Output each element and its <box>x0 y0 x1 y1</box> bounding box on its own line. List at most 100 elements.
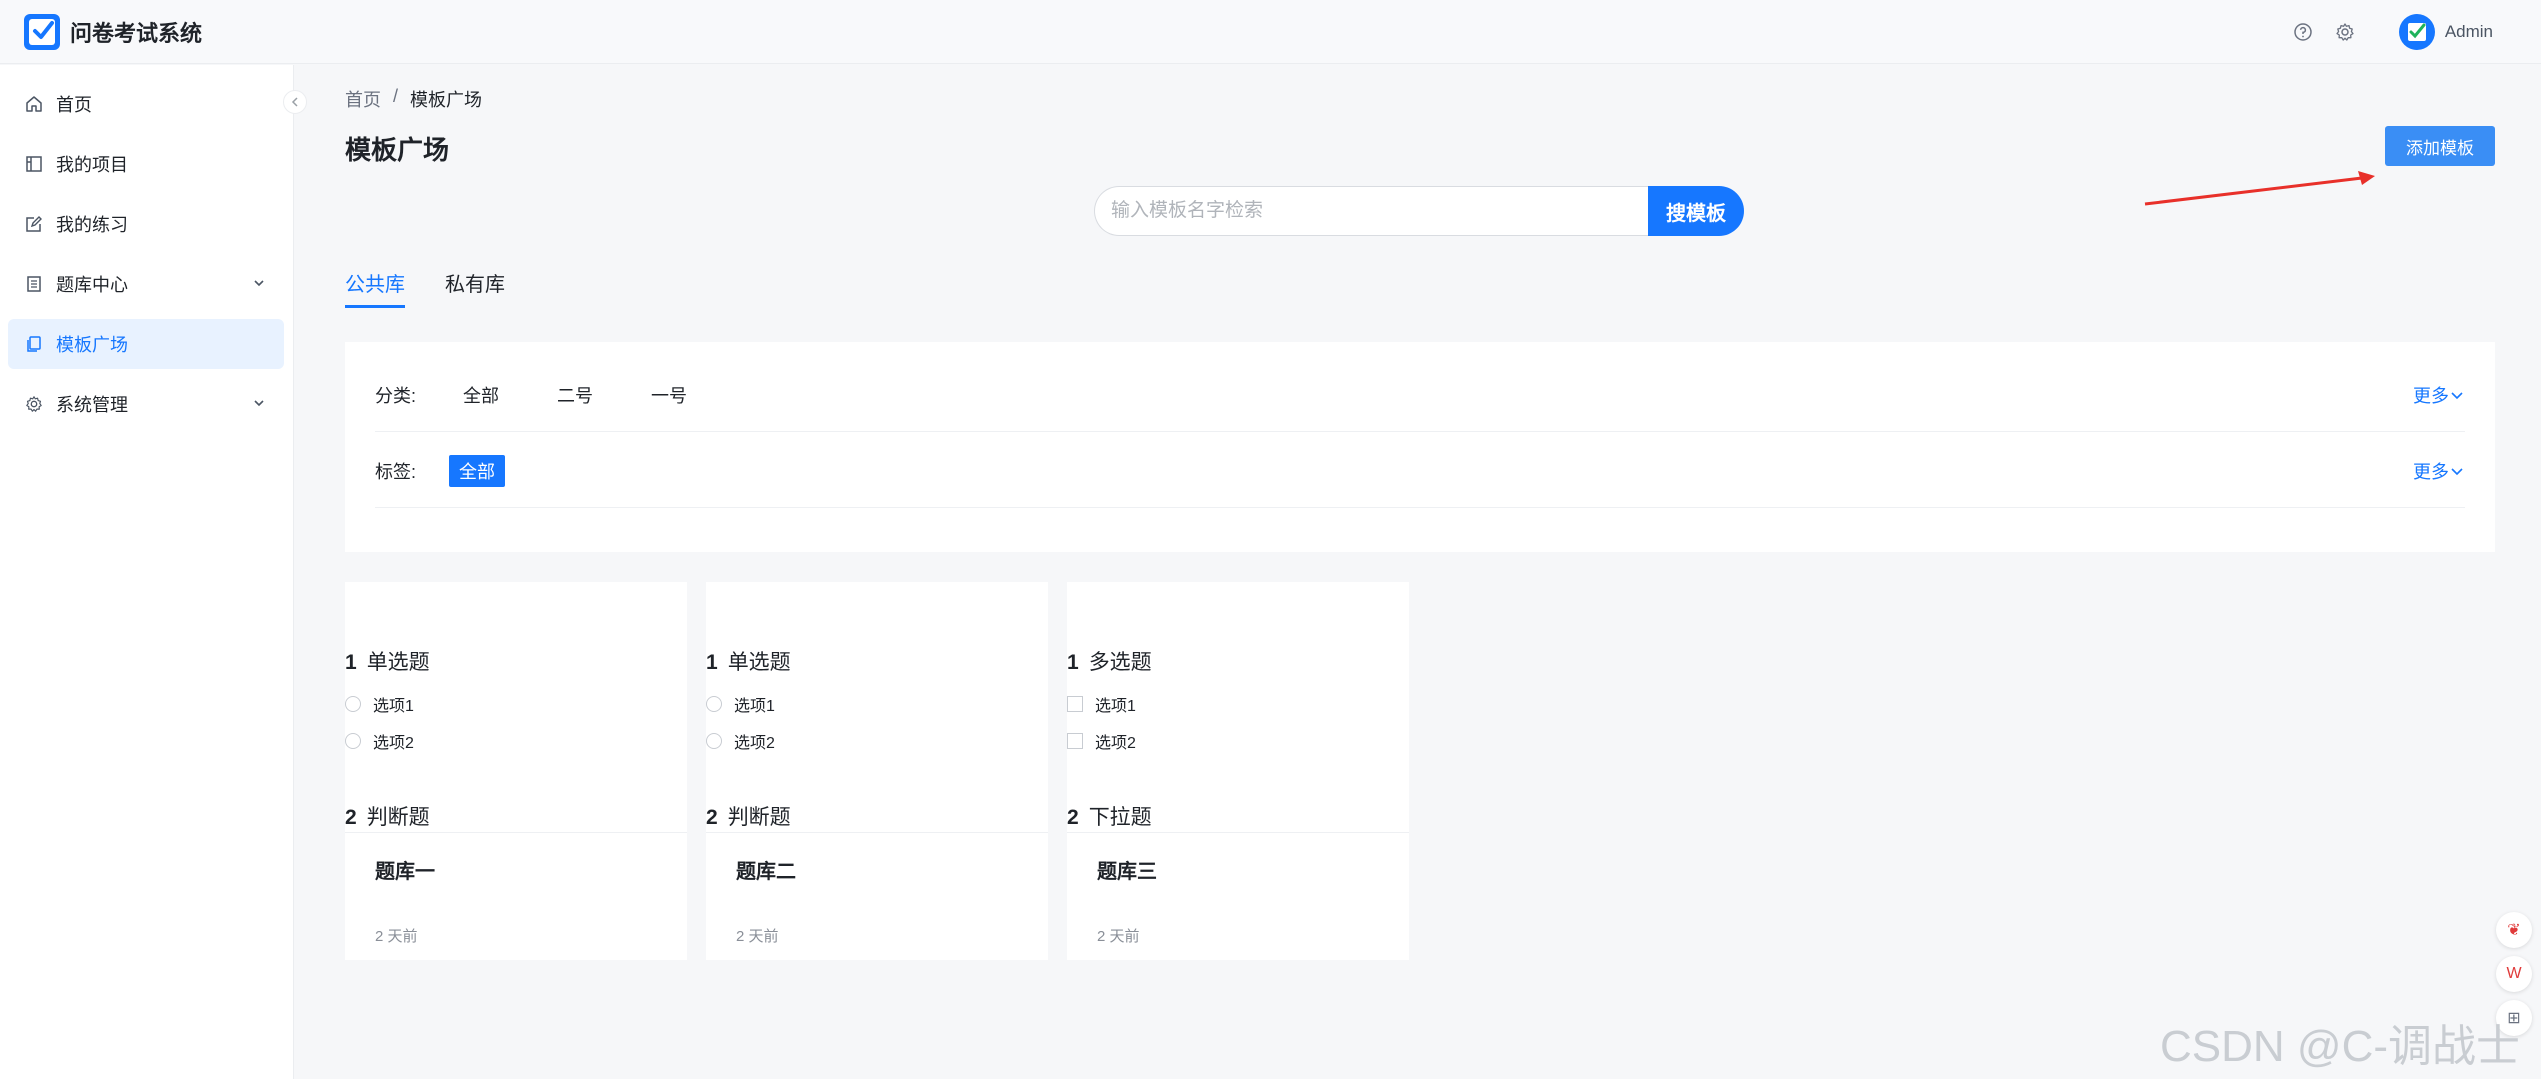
question-title: 判断题 <box>366 806 430 829</box>
avatar <box>2398 14 2435 50</box>
breadcrumb-home[interactable]: 首页 <box>345 86 381 112</box>
preview-question: 1 单选题 <box>345 646 430 676</box>
option-label: 选项2 <box>734 735 775 752</box>
breadcrumb-current: 模板广场 <box>410 90 483 110</box>
chevron-left-icon <box>291 97 298 107</box>
library-tabs: 公共库 私有库 <box>345 268 505 308</box>
question-title: 判断题 <box>727 806 791 829</box>
tab-public-library[interactable]: 公共库 <box>345 268 405 308</box>
option-label: 选项2 <box>373 735 414 752</box>
question-number: 1 <box>1067 651 1079 674</box>
card-body: 题库三 2 天前 <box>1067 832 1409 960</box>
sidebar-item-label: 我的练习 <box>56 215 128 235</box>
sidebar: 首页 我的项目 我的练习 题库中心 模板广场 系统管理 <box>0 65 294 1079</box>
tag-filter-row: 标签: 全部 更多 <box>375 434 2465 508</box>
user-menu[interactable]: Admin <box>2398 14 2493 50</box>
add-template-button[interactable]: 添加模板 <box>2385 126 2495 166</box>
filter-panel: 分类: 全部 二号 一号 更多 标签: 全部 更多 <box>345 342 2495 552</box>
sidebar-item-my-practice[interactable]: 我的练习 <box>8 199 284 249</box>
category-label: 分类: <box>375 385 417 406</box>
preview-option: 选项1 <box>345 692 414 716</box>
card-body: 题库二 2 天前 <box>706 832 1048 960</box>
radio-icon <box>345 696 361 712</box>
question-number: 1 <box>345 651 357 674</box>
checkbox-icon <box>1067 733 1083 749</box>
template-preview: 1 单选题 选项1 选项2 2 判断题 <box>706 582 1048 832</box>
template-preview: 1 多选题 选项1 选项2 2 下拉题 <box>1067 582 1409 832</box>
sidebar-item-template-square[interactable]: 模板广场 <box>8 319 284 369</box>
page-title: 模板广场 <box>345 135 450 165</box>
category-more-link[interactable]: 更多 <box>2413 382 2465 408</box>
sidebar-item-label: 题库中心 <box>56 275 128 295</box>
preview-option: 选项2 <box>706 729 775 753</box>
chevron-down-icon <box>2451 391 2463 399</box>
question-title: 下拉题 <box>1088 806 1152 829</box>
tab-private-library[interactable]: 私有库 <box>445 268 505 308</box>
question-title: 单选题 <box>727 651 791 674</box>
top-header: 问卷考试系统 Admin <box>0 0 2541 64</box>
tag-more-link[interactable]: 更多 <box>2413 458 2465 484</box>
breadcrumb: 首页 / 模板广场 <box>345 86 482 112</box>
sidebar-item-my-projects[interactable]: 我的项目 <box>8 139 284 189</box>
preview-option: 选项1 <box>1067 692 1136 716</box>
preview-option: 选项2 <box>1067 729 1136 753</box>
app-logo[interactable]: 问卷考试系统 <box>24 13 202 50</box>
more-label: 更多 <box>2413 385 2449 406</box>
home-icon <box>24 94 44 114</box>
wps-icon[interactable]: W <box>2496 956 2532 992</box>
sidebar-item-home[interactable]: 首页 <box>8 79 284 129</box>
annotation-arrow-icon <box>2144 171 2375 206</box>
gear-icon[interactable] <box>2335 22 2355 42</box>
template-card[interactable]: 1 多选题 选项1 选项2 2 下拉题 题库三 2 天前 <box>1067 582 1409 960</box>
user-name: Admin <box>2444 22 2493 41</box>
more-label: 更多 <box>2413 461 2449 482</box>
category-filter-row: 分类: 全部 二号 一号 更多 <box>375 358 2465 432</box>
template-card[interactable]: 1 单选题 选项1 选项2 2 判断题 题库一 2 天前 <box>345 582 687 960</box>
question-number: 2 <box>345 806 357 829</box>
sidebar-item-question-bank[interactable]: 题库中心 <box>8 259 284 309</box>
option-label: 选项1 <box>373 698 414 715</box>
heart-icon[interactable]: ❦ <box>2496 912 2532 948</box>
edit-icon <box>24 214 44 234</box>
sidebar-item-system-admin[interactable]: 系统管理 <box>8 379 284 429</box>
question-number: 2 <box>1067 806 1079 829</box>
sidebar-item-label: 首页 <box>56 95 92 115</box>
category-option[interactable]: 一号 <box>651 382 687 408</box>
preview-question: 2 下拉题 <box>1067 801 1152 831</box>
option-label: 选项1 <box>1095 698 1136 715</box>
card-time: 2 天前 <box>736 928 779 945</box>
question-title: 单选题 <box>366 651 430 674</box>
preview-question: 2 判断题 <box>706 801 791 831</box>
breadcrumb-separator: / <box>393 86 399 106</box>
category-option[interactable]: 全部 <box>463 382 499 408</box>
project-icon <box>24 154 44 174</box>
radio-icon <box>706 733 722 749</box>
category-option[interactable]: 二号 <box>557 382 593 408</box>
help-icon[interactable] <box>2293 22 2313 42</box>
search-button[interactable]: 搜模板 <box>1648 186 1744 236</box>
preview-question: 1 单选题 <box>706 646 791 676</box>
question-title: 多选题 <box>1088 651 1152 674</box>
preview-option: 选项1 <box>706 692 775 716</box>
tag-label: 标签: <box>375 461 417 482</box>
book-icon <box>24 274 44 294</box>
collapse-sidebar-button[interactable] <box>283 90 307 114</box>
template-preview: 1 单选题 选项1 选项2 2 判断题 <box>345 582 687 832</box>
template-search: 搜模板 <box>1094 186 1744 236</box>
gear-icon <box>24 394 44 414</box>
chevron-down-icon <box>252 394 266 415</box>
preview-question: 2 判断题 <box>345 801 430 831</box>
checkbox-logo-icon <box>24 13 60 50</box>
search-input[interactable] <box>1094 186 1648 236</box>
sidebar-item-label: 系统管理 <box>56 395 128 415</box>
preview-question: 1 多选题 <box>1067 646 1152 676</box>
template-icon <box>24 334 44 354</box>
option-label: 选项1 <box>734 698 775 715</box>
card-body: 题库一 2 天前 <box>345 832 687 960</box>
card-time: 2 天前 <box>375 928 418 945</box>
sidebar-item-label: 模板广场 <box>56 335 128 355</box>
chevron-down-icon <box>2451 467 2463 475</box>
template-card[interactable]: 1 单选题 选项1 选项2 2 判断题 题库二 2 天前 <box>706 582 1048 960</box>
preview-option: 选项2 <box>345 729 414 753</box>
tag-option-selected[interactable]: 全部 <box>449 454 505 487</box>
